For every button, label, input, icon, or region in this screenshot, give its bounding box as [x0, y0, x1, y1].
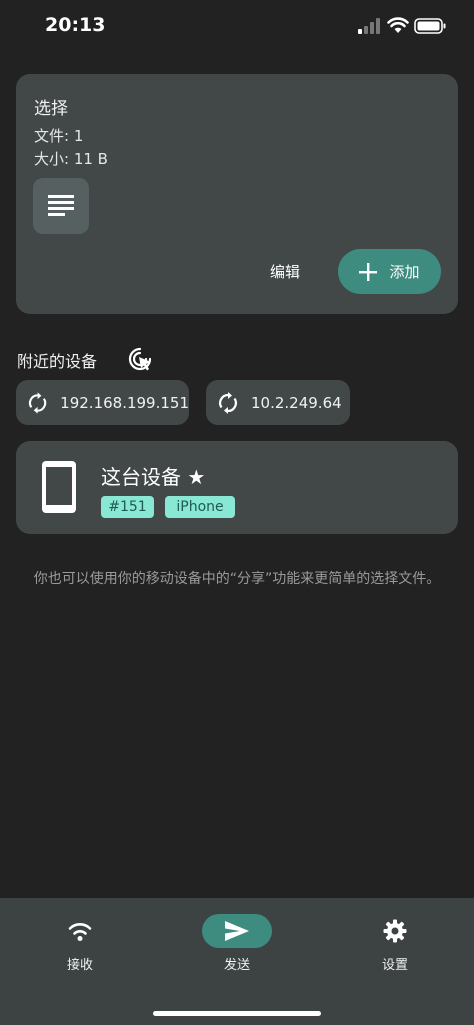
nav-settings[interactable]: 设置: [340, 914, 450, 973]
home-indicator: [153, 1011, 321, 1016]
ip-chip-1[interactable]: 192.168.199.151: [16, 380, 189, 425]
refresh-icon: [219, 391, 237, 414]
cellular-signal-icon: [358, 18, 380, 34]
ip-chip-2[interactable]: 10.2.249.64: [206, 380, 350, 425]
gear-icon: [383, 919, 407, 943]
edit-button[interactable]: 编辑: [256, 250, 314, 292]
plus-icon: [359, 262, 378, 281]
nav-receive-label: 接收: [66, 958, 93, 973]
text-file-icon: [48, 195, 74, 216]
ip-address: 192.168.199.151: [60, 393, 189, 412]
add-button[interactable]: 添加: [338, 249, 441, 294]
file-thumbnail[interactable]: [33, 178, 89, 234]
wifi-status-icon: [387, 17, 409, 33]
send-icon: [225, 921, 249, 941]
nav-send[interactable]: 发送: [182, 914, 292, 973]
ip-address: 10.2.249.64: [251, 393, 342, 412]
nav-receive[interactable]: 接收: [25, 914, 135, 973]
device-name: 这台设备 ★: [101, 465, 206, 489]
refresh-icon: [28, 391, 47, 414]
wifi-icon: [68, 923, 92, 941]
nav-send-label: 发送: [223, 958, 250, 973]
nearby-devices-title: 附近的设备: [17, 352, 98, 371]
status-bar: 20:13: [0, 0, 474, 54]
selection-file-count: 文件: 1: [34, 127, 84, 145]
bottom-navigation: 接收 发送 设置: [0, 898, 474, 1025]
status-time: 20:13: [45, 14, 106, 36]
add-button-label: 添加: [389, 263, 420, 281]
device-model-tag: iPhone: [165, 496, 235, 518]
selection-size: 大小: 11 B: [34, 150, 108, 168]
selection-card: 选择 文件: 1 大小: 11 B 编辑 添加: [16, 74, 458, 314]
battery-icon: [414, 18, 446, 34]
smartphone-icon: [42, 461, 76, 513]
share-hint-text: 你也可以使用你的移动设备中的“分享”功能来更简单的选择文件。: [33, 571, 441, 587]
selection-title: 选择: [34, 99, 68, 119]
device-id-tag: #151: [101, 496, 154, 518]
this-device-card[interactable]: 这台设备 ★ #151 iPhone: [16, 441, 458, 534]
nav-settings-label: 设置: [381, 958, 408, 973]
scan-radar-icon[interactable]: [127, 346, 153, 372]
